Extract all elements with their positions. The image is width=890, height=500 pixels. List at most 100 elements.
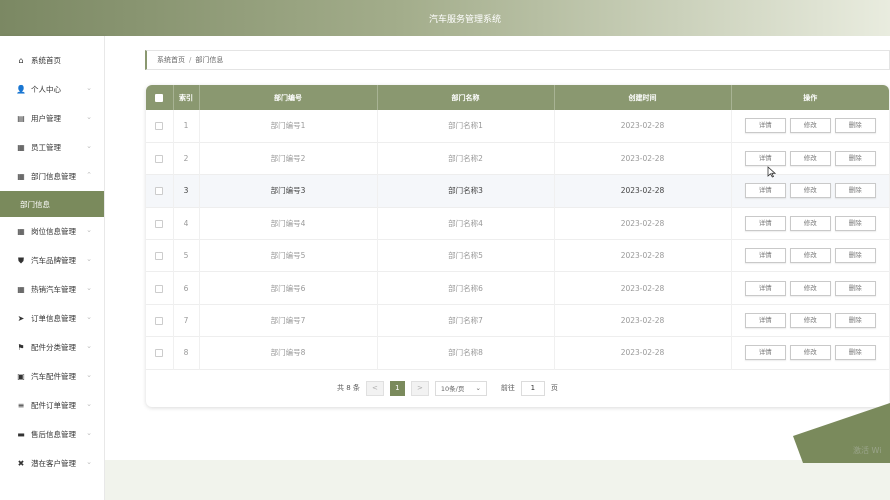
detail-button[interactable]: 详情 (744, 118, 786, 134)
delete-button[interactable]: 删除 (834, 151, 876, 167)
edit-button[interactable]: 修改 (789, 313, 831, 329)
cell-index: 5 (173, 239, 200, 272)
row-select-cell[interactable] (146, 174, 174, 208)
row-checkbox[interactable] (155, 122, 164, 131)
home-icon: ⌂ (18, 56, 24, 65)
row-checkbox[interactable] (155, 187, 164, 196)
edit-button[interactable]: 修改 (789, 183, 831, 199)
row-select-cell[interactable] (146, 239, 174, 272)
table-row[interactable]: 8 部门编号8 部门名称8 2023-02-28 详情 修改 删除 (146, 336, 889, 370)
chevron-down-icon: ⌄ (86, 255, 92, 263)
goto-page-input[interactable]: 1 (520, 380, 545, 396)
delete-button[interactable]: 删除 (834, 345, 876, 361)
cell-name: 部门名称8 (377, 336, 555, 370)
sidebar-item-1[interactable]: 👤 个人中心 ⌄ (0, 75, 104, 104)
pagination-total: 共 8 条 (337, 384, 360, 392)
prev-page-button[interactable]: < (365, 380, 384, 396)
sidebar-subitem-active[interactable]: 部门信息 (0, 191, 104, 217)
edit-button[interactable]: 修改 (789, 151, 831, 167)
sidebar-item-6[interactable]: ⛊ 汽车品牌管理 ⌄ (0, 246, 104, 275)
activation-watermark: 激活 Wi (853, 446, 882, 455)
row-select-cell[interactable] (146, 304, 174, 337)
row-checkbox[interactable] (155, 155, 164, 164)
delete-button[interactable]: 删除 (834, 313, 876, 329)
sidebar-item-2[interactable]: ▤ 用户管理 ⌄ (0, 104, 104, 133)
row-checkbox[interactable] (155, 349, 164, 358)
detail-button[interactable]: 详情 (744, 313, 786, 329)
table-row[interactable]: 3 部门编号3 部门名称3 2023-02-28 详情 修改 删除 (146, 174, 889, 208)
edit-button[interactable]: 修改 (789, 280, 831, 296)
cell-code: 部门编号5 (199, 239, 378, 272)
row-select-cell[interactable] (146, 110, 174, 143)
sidebar-item-label: 员工管理 (31, 143, 61, 152)
detail-button[interactable]: 详情 (744, 151, 786, 167)
row-select-cell[interactable] (146, 142, 174, 175)
detail-button[interactable]: 详情 (744, 183, 786, 199)
cell-date: 2023-02-28 (554, 304, 732, 337)
detail-button[interactable]: 详情 (744, 248, 786, 264)
cell-code: 部门编号1 (199, 110, 378, 143)
send-icon: ➤ (17, 314, 25, 323)
row-select-cell[interactable] (146, 207, 174, 240)
row-checkbox[interactable] (155, 284, 164, 293)
sidebar-item-12[interactable]: ▬ 售后信息管理 ⌄ (0, 420, 104, 449)
select-all-cell[interactable] (146, 85, 174, 110)
next-page-button[interactable]: > (410, 380, 429, 396)
table-row[interactable]: 7 部门编号7 部门名称7 2023-02-28 详情 修改 删除 (146, 304, 889, 337)
detail-button[interactable]: 详情 (744, 280, 786, 296)
row-checkbox[interactable] (155, 317, 164, 326)
row-select-cell[interactable] (146, 336, 174, 370)
cell-code: 部门编号2 (199, 142, 378, 175)
detail-button[interactable]: 详情 (744, 215, 786, 231)
table-row[interactable]: 4 部门编号4 部门名称4 2023-02-28 详情 修改 删除 (146, 207, 889, 240)
edit-button[interactable]: 修改 (789, 248, 831, 264)
table-row[interactable]: 2 部门编号2 部门名称2 2023-02-28 详情 修改 删除 (146, 142, 889, 175)
table-header-row: 索引 部门编号 部门名称 创建时间 操作 (146, 85, 889, 110)
chevron-up-icon: ⌃ (86, 171, 92, 179)
delete-button[interactable]: 删除 (834, 118, 876, 134)
cell-actions: 详情 修改 删除 (731, 240, 889, 272)
page-size-select[interactable]: 10条/页 ⌄ (434, 380, 487, 396)
sidebar-item-13[interactable]: ✖ 潜在客户管理 ⌄ (0, 449, 104, 478)
goto-label: 前往 (500, 384, 515, 392)
column-header-code: 部门编号 (199, 85, 378, 110)
row-checkbox[interactable] (155, 252, 164, 261)
cell-index: 8 (173, 336, 200, 370)
select-all-checkbox[interactable] (155, 93, 164, 102)
column-header-date: 创建时间 (554, 85, 732, 110)
edit-button[interactable]: 修改 (789, 215, 831, 231)
sidebar-item-7[interactable]: ▦ 热销汽车管理 ⌄ (0, 275, 104, 304)
row-select-cell[interactable] (146, 271, 174, 305)
sidebar-item-11[interactable]: ≡ 配件订单管理 ⌄ (0, 391, 104, 420)
page-number-current[interactable]: 1 (389, 380, 405, 396)
sidebar-item-10[interactable]: ▣ 汽车配件管理 ⌄ (0, 362, 104, 391)
table-row[interactable]: 6 部门编号6 部门名称6 2023-02-28 详情 修改 删除 (146, 271, 889, 305)
sidebar-item-4[interactable]: ▦ 部门信息管理 ⌃ (0, 162, 104, 191)
chevron-down-icon: ⌄ (86, 142, 92, 150)
table-row[interactable]: 1 部门编号1 部门名称1 2023-02-28 详情 修改 删除 (146, 110, 889, 143)
delete-button[interactable]: 删除 (834, 215, 876, 231)
delete-button[interactable]: 删除 (834, 248, 876, 264)
detail-button[interactable]: 详情 (744, 345, 786, 361)
sidebar-item-9[interactable]: ⚑ 配件分类管理 ⌄ (0, 333, 104, 362)
sidebar-item-5[interactable]: ▦ 岗位信息管理 ⌄ (0, 217, 104, 246)
delete-button[interactable]: 删除 (834, 183, 876, 199)
grid-icon: ▦ (17, 172, 25, 181)
app-title: 汽车服务管理系统 (428, 14, 501, 25)
chat-icon: ▬ (17, 430, 25, 439)
edit-button[interactable]: 修改 (789, 118, 831, 134)
table-row[interactable]: 5 部门编号5 部门名称5 2023-02-28 详情 修改 删除 (146, 239, 889, 272)
sidebar-item-3[interactable]: ▦ 员工管理 ⌄ (0, 133, 104, 162)
delete-button[interactable]: 删除 (834, 280, 876, 296)
main-content: 系统首页 / 部门信息 索引 部门编号 部门名称 创建时间 操作 1 部门编号1 部… (105, 36, 890, 500)
edit-button[interactable]: 修改 (789, 345, 831, 361)
sidebar-item-8[interactable]: ➤ 订单信息管理 ⌄ (0, 304, 104, 333)
flag-icon: ⚑ (17, 343, 25, 352)
chevron-down-icon: ⌄ (86, 371, 92, 379)
breadcrumb-home[interactable]: 系统首页 (157, 55, 185, 65)
chevron-down-icon: ⌄ (86, 429, 92, 437)
cell-code: 部门编号3 (199, 174, 378, 208)
sidebar-item-0[interactable]: ⌂ 系统首页 (0, 46, 104, 75)
shield-icon: ⛊ (18, 255, 24, 265)
row-checkbox[interactable] (155, 219, 164, 228)
